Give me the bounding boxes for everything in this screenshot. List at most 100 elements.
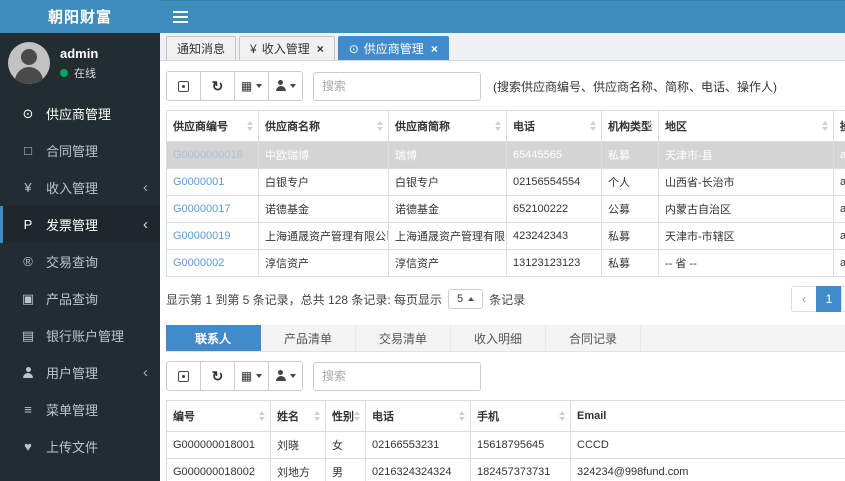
column-header[interactable]: 供应商简称 (388, 110, 507, 142)
refresh-button[interactable]: ↻ (200, 71, 235, 101)
row-id-link[interactable]: G00000019 (173, 230, 231, 242)
contract-icon: □ (24, 143, 32, 158)
column-header[interactable]: 供应商名称 (258, 110, 389, 142)
export-button[interactable] (268, 71, 303, 101)
tab-label: 供应商管理 (363, 42, 424, 56)
sidebar-item-supplier-management[interactable]: ⊙ 供应商管理 (0, 95, 160, 132)
column-header-label: 电话 (372, 411, 394, 423)
column-header[interactable]: 姓名 (270, 400, 326, 432)
column-header[interactable]: 编号 (166, 400, 271, 432)
detail-tab-income-detail[interactable]: 收入明细 (451, 325, 546, 351)
registered-icon: ® (23, 254, 33, 269)
tab-supplier-management[interactable]: ⊙ 供应商管理 × (337, 36, 449, 60)
sidebar-item-bank-account-management[interactable]: ▤ 银行账户管理 (0, 317, 160, 354)
detail-tab-contract-records[interactable]: 合同记录 (546, 325, 641, 351)
sidebar-item-label: 上传文件 (46, 440, 99, 455)
refresh-button[interactable]: ↻ (200, 361, 235, 391)
tab-income-management[interactable]: ¥ 收入管理 × (239, 36, 335, 60)
row-id-link[interactable]: G0000000018 (173, 149, 243, 161)
cell: 上海通晟资产管理有限公司 (258, 222, 389, 250)
detail-view-button[interactable] (166, 361, 201, 391)
page-size-select[interactable]: 5 (448, 289, 484, 309)
detail-view-button[interactable] (166, 71, 201, 101)
cell: 02156554554 (506, 168, 602, 196)
table-row[interactable]: G00000019上海通晟资产管理有限公司上海通晟资产管理有限公司4232423… (166, 222, 845, 250)
sidebar-item-user-management[interactable]: 用户管理 ‹ (0, 354, 160, 391)
close-icon[interactable]: × (431, 43, 438, 55)
column-header-label: 手机 (477, 411, 499, 423)
column-header[interactable]: 机构类型 (601, 110, 659, 142)
column-header[interactable]: 电话 (506, 110, 602, 142)
column-header[interactable]: 电话 (365, 400, 471, 432)
column-header[interactable]: 地区 (658, 110, 834, 142)
sort-up-arrow (590, 121, 596, 125)
table-row[interactable]: G0000002淳信资产淳信资产13123123123私募-- 省 --admi… (166, 249, 845, 277)
column-header-label: 操作人 (840, 121, 845, 133)
sidebar-item-contract-management[interactable]: □ 合同管理 (0, 132, 160, 169)
sidebar-item-transaction-query[interactable]: ® 交易查询 (0, 243, 160, 280)
sidebar-item-invoice-management[interactable]: P 发票管理 ‹ (0, 206, 160, 243)
cell: G00000017 (166, 195, 259, 223)
column-header-label: 供应商简称 (395, 121, 450, 133)
cell: CCCD (570, 431, 845, 459)
column-header-label: 编号 (173, 411, 195, 423)
detail-tab-transaction-list[interactable]: 交易清单 (356, 325, 451, 351)
cell: 182457373731 (470, 458, 571, 481)
pagination-page-1[interactable]: 1 (816, 286, 842, 312)
columns-button[interactable]: ▦ (234, 361, 269, 391)
brand-logo: 朝阳财富 (0, 0, 160, 33)
sort-down-arrow (647, 127, 653, 131)
row-id-link[interactable]: G0000001 (173, 176, 224, 188)
sort-icon (354, 411, 360, 421)
hamburger-menu-icon[interactable] (173, 11, 188, 23)
cell: G0000000018 (166, 141, 259, 169)
row-id-link[interactable]: G00000017 (173, 203, 231, 215)
sidebar-item-income-management[interactable]: ¥ 收入管理 ‹ (0, 169, 160, 206)
column-header[interactable]: 操作人 (833, 110, 845, 142)
cell: 13123123123 (506, 249, 602, 277)
table-row[interactable]: G000000018001 刘晓女 02166553231 15618795645 CC… (166, 431, 845, 459)
table-row[interactable]: G00000017诺德基金诺德基金652100222公募内蒙古自治区admin (166, 195, 845, 223)
table-row[interactable]: G0000001白银专户白银专户02156554554个人山西省-长治市admi… (166, 168, 845, 196)
sort-icon (822, 121, 828, 131)
contacts-search-input[interactable] (313, 361, 481, 391)
column-header[interactable]: 性别 (325, 400, 366, 432)
caret-down-icon (256, 374, 263, 378)
suppliers-search-input[interactable] (313, 71, 481, 101)
pagination-page-2[interactable]: 2 (841, 286, 845, 312)
sidebar-item-label: 菜单管理 (46, 403, 99, 418)
suppliers-table-wrap: 供应商编号 供应商名称 供应商简称 电话 机构类型 地区 操作人 G0000000018 中欧瑞… (166, 110, 845, 277)
tab-notifications[interactable]: 通知消息 (166, 36, 237, 60)
close-icon[interactable]: × (317, 43, 324, 55)
cell: 内蒙古自治区 (658, 195, 834, 223)
detail-tab-contacts[interactable]: 联系人 (166, 325, 261, 351)
sidebar-item-upload-file[interactable]: ♥ 上传文件 (0, 428, 160, 465)
table-row[interactable]: G000000018002 刘地方男 0216324324324 1824573737… (166, 458, 845, 481)
cell: admin (833, 168, 845, 196)
cell: 山西省-长治市 (658, 168, 834, 196)
cell: 私募 (601, 249, 659, 277)
row-id-link[interactable]: G0000002 (173, 257, 224, 269)
suppliers-table: 供应商编号 供应商名称 供应商简称 电话 机构类型 地区 操作人 G0000000018 中欧瑞… (166, 110, 845, 277)
refresh-icon: ↻ (211, 368, 224, 384)
cell: 白银专户 (388, 168, 507, 196)
sort-down-arrow (559, 417, 565, 421)
pagination-prev-button[interactable]: ‹ (791, 286, 817, 312)
table-row[interactable]: G0000000018 中欧瑞博瑞博65445565私募天津市-县admin (166, 141, 845, 169)
contacts-table: 编号 姓名 性别 电话 手机 Email G000000018001 刘晓女 021665532… (166, 400, 845, 481)
sort-icon (314, 411, 320, 421)
sort-up-arrow (559, 411, 565, 415)
sidebar-item-menu-management[interactable]: ≡ 菜单管理 (0, 391, 160, 428)
column-header[interactable]: 供应商编号 (166, 110, 259, 142)
columns-button[interactable]: ▦ (234, 71, 269, 101)
sort-up-arrow (459, 411, 465, 415)
user-status-label: 在线 (74, 67, 96, 80)
yen-icon: ¥ (24, 180, 32, 195)
sort-down-arrow (459, 417, 465, 421)
column-header[interactable]: 手机 (470, 400, 571, 432)
detail-tab-product-list[interactable]: 产品清单 (261, 325, 356, 351)
refresh-icon: ↻ (211, 78, 224, 94)
export-button[interactable] (268, 361, 303, 391)
cell: 02166553231 (365, 431, 471, 459)
sidebar-item-product-query[interactable]: ▣ 产品查询 (0, 280, 160, 317)
